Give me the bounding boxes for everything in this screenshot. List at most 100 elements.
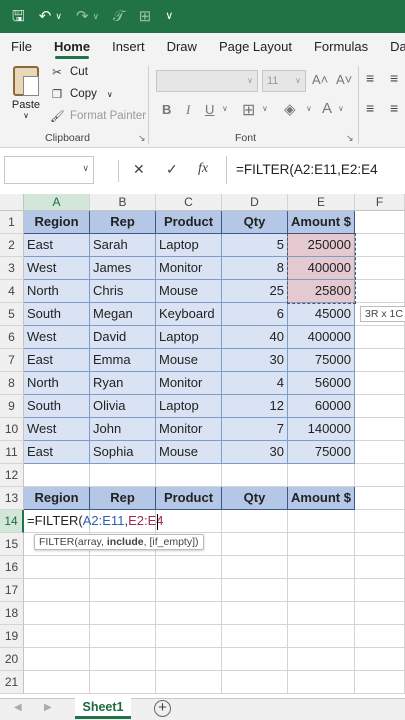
tab-formulas[interactable]: Formulas (303, 33, 379, 60)
table-cell[interactable]: 40 (222, 326, 288, 349)
cell[interactable] (90, 602, 156, 625)
row-header-16[interactable]: 16 (0, 556, 24, 579)
cell[interactable] (355, 579, 405, 602)
cell[interactable] (288, 510, 355, 533)
cell[interactable] (355, 671, 405, 694)
table-header-cell[interactable]: Region (24, 211, 90, 234)
enter-icon[interactable]: ✓ (166, 161, 178, 178)
cell[interactable] (222, 648, 288, 671)
table-cell[interactable]: West (24, 418, 90, 441)
undo-icon[interactable]: ↶ (39, 9, 52, 24)
output-header-cell[interactable]: Amount $ (288, 487, 355, 510)
name-box-dropdown-icon[interactable]: ∨ (82, 163, 89, 174)
cell[interactable] (355, 326, 405, 349)
cut-button[interactable]: ✂ Cut (50, 65, 88, 79)
row-header-5[interactable]: 5 (0, 303, 24, 326)
table-cell[interactable]: East (24, 441, 90, 464)
cell[interactable] (288, 671, 355, 694)
table-cell[interactable]: West (24, 326, 90, 349)
table-cell[interactable]: 8 (222, 257, 288, 280)
table-cell[interactable]: East (24, 234, 90, 257)
output-header-cell[interactable]: Rep (90, 487, 156, 510)
table-cell[interactable]: Olivia (90, 395, 156, 418)
format-painter-button[interactable]: 🖌 Format Painter (50, 109, 146, 123)
column-header-b[interactable]: B (90, 194, 156, 211)
table-cell[interactable]: 75000 (288, 349, 355, 372)
table-cell[interactable]: Sarah (90, 234, 156, 257)
cell[interactable] (222, 671, 288, 694)
cell[interactable] (156, 648, 222, 671)
underline-dropdown-icon[interactable]: ∨ (222, 104, 228, 113)
table-cell[interactable]: 75000 (288, 441, 355, 464)
column-header-e[interactable]: E (288, 194, 355, 211)
table-cell[interactable]: North (24, 280, 90, 303)
table-cell[interactable]: Monitor (156, 372, 222, 395)
row-header-13[interactable]: 13 (0, 487, 24, 510)
insert-function-icon[interactable]: fx (198, 161, 208, 177)
table-cell[interactable]: South (24, 395, 90, 418)
table-header-cell[interactable]: Qty (222, 211, 288, 234)
cell[interactable] (24, 625, 90, 648)
grid-icon[interactable]: ⊞ (139, 9, 152, 24)
cell[interactable] (355, 556, 405, 579)
tab-draw[interactable]: Draw (156, 33, 208, 60)
tab-insert[interactable]: Insert (101, 33, 156, 60)
table-cell[interactable]: West (24, 257, 90, 280)
cell[interactable] (355, 418, 405, 441)
row-header-12[interactable]: 12 (0, 464, 24, 487)
tab-page-layout[interactable]: Page Layout (208, 33, 303, 60)
formula-input[interactable]: =FILTER(A2:E11,E2:E4 (226, 156, 405, 184)
select-all-corner[interactable] (0, 194, 24, 211)
column-header-a[interactable]: A (24, 194, 90, 211)
shrink-font-icon[interactable]: A˅ (336, 72, 352, 87)
borders-dropdown-icon[interactable]: ∨ (262, 104, 268, 113)
table-cell[interactable]: 6 (222, 303, 288, 326)
row-header-18[interactable]: 18 (0, 602, 24, 625)
row-header-19[interactable]: 19 (0, 625, 24, 648)
cell[interactable] (355, 464, 405, 487)
grow-font-icon[interactable]: A˄ (312, 72, 328, 87)
cell[interactable] (288, 648, 355, 671)
borders-icon[interactable]: ⊞ (242, 100, 255, 120)
table-cell[interactable]: James (90, 257, 156, 280)
clear-formatting-icon[interactable]: 𝒯 (113, 9, 125, 24)
table-cell[interactable]: 400000 (288, 326, 355, 349)
align-top-icon[interactable]: ≡ (366, 70, 374, 86)
row-header-15[interactable]: 15 (0, 533, 24, 556)
row-header-10[interactable]: 10 (0, 418, 24, 441)
cell[interactable] (222, 533, 288, 556)
table-cell[interactable]: Emma (90, 349, 156, 372)
table-header-cell[interactable]: Product (156, 211, 222, 234)
row-header-4[interactable]: 4 (0, 280, 24, 303)
cell[interactable] (156, 625, 222, 648)
table-cell[interactable]: 12 (222, 395, 288, 418)
table-cell[interactable]: North (24, 372, 90, 395)
row-header-11[interactable]: 11 (0, 441, 24, 464)
tab-home[interactable]: Home (43, 33, 101, 60)
table-cell[interactable]: Ryan (90, 372, 156, 395)
table-cell[interactable]: 250000 (288, 234, 355, 257)
cell[interactable] (355, 487, 405, 510)
column-header-f[interactable]: F (355, 194, 405, 211)
row-header-7[interactable]: 7 (0, 349, 24, 372)
table-cell[interactable]: Monitor (156, 257, 222, 280)
cell[interactable] (355, 280, 405, 303)
name-box[interactable]: ∨ (4, 156, 94, 184)
row-header-8[interactable]: 8 (0, 372, 24, 395)
font-color-icon[interactable]: A (322, 100, 332, 117)
cell[interactable] (222, 579, 288, 602)
cell[interactable] (90, 556, 156, 579)
copy-button[interactable]: ❐ Copy ∨ (50, 87, 113, 101)
cell[interactable] (156, 510, 222, 533)
row-header-3[interactable]: 3 (0, 257, 24, 280)
cell[interactable] (222, 556, 288, 579)
cell[interactable] (156, 579, 222, 602)
row-header-9[interactable]: 9 (0, 395, 24, 418)
cell[interactable] (288, 556, 355, 579)
cell[interactable] (355, 533, 405, 556)
fill-color-dropdown-icon[interactable]: ∨ (306, 104, 312, 113)
cell[interactable] (156, 671, 222, 694)
sheet-tab-sheet1[interactable]: Sheet1 (75, 698, 131, 719)
table-cell[interactable]: 400000 (288, 257, 355, 280)
cell[interactable] (90, 625, 156, 648)
